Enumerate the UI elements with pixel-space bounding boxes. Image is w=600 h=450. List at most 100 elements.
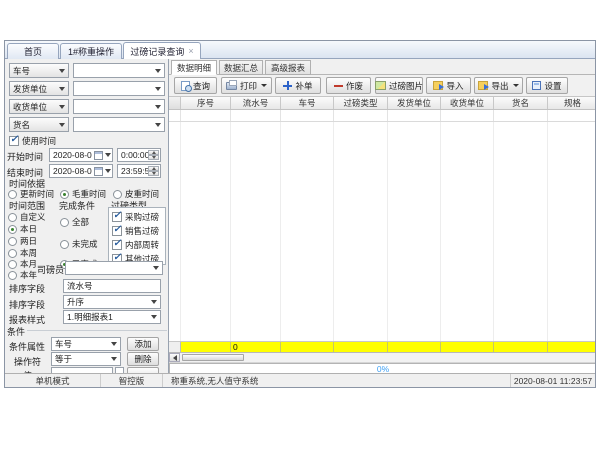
settings-button[interactable]: 设置 xyxy=(526,77,568,94)
radio-this-year[interactable]: 本年 xyxy=(8,269,37,281)
horizontal-scrollbar[interactable] xyxy=(169,353,596,363)
status-mode: 单机模式 xyxy=(5,374,101,387)
end-date-picker[interactable]: 2020-08-01 xyxy=(49,164,113,178)
tab-home[interactable]: 首页 xyxy=(7,43,59,59)
query-button[interactable]: 查询 xyxy=(174,77,217,94)
radio-icon xyxy=(8,213,17,222)
supplement-order-button[interactable]: 补单 xyxy=(275,77,321,94)
chevron-down-icon xyxy=(55,64,68,77)
status-bar: 单机模式 智控版 称重系统,无人值守系统 2020-08-01 11:23:57 xyxy=(5,373,595,387)
filter-field-selector-goods[interactable]: 货名 xyxy=(9,117,69,132)
grid-toolbar: 查询 打印 补单 作废 过磅图片 导入 xyxy=(169,75,596,97)
print-button[interactable]: 打印 xyxy=(221,77,272,94)
chevron-down-icon xyxy=(151,82,164,95)
chevron-down-icon xyxy=(147,311,160,323)
report-style-combo[interactable]: 1.明细报表1 xyxy=(63,310,161,324)
sort-field-input[interactable]: 流水号 xyxy=(63,279,161,293)
row-selector-header[interactable] xyxy=(169,97,181,109)
chevron-down-icon xyxy=(55,82,68,95)
radio-icon xyxy=(8,249,17,258)
weigh-photo-button[interactable]: 过磅图片 xyxy=(375,77,423,94)
plus-icon xyxy=(283,81,292,90)
settings-icon xyxy=(532,81,541,90)
main-tab-bar: 首页 1#称重操作 过磅记录查询 × xyxy=(5,41,595,59)
filter-field-selector-vehicle[interactable]: 车号 xyxy=(9,63,69,78)
filter-value-goods[interactable] xyxy=(73,117,165,132)
radio-selected-icon xyxy=(60,190,69,199)
spinner-arrows-icon[interactable] xyxy=(148,166,159,176)
spinner-arrows-icon[interactable] xyxy=(148,150,159,160)
summary-serial-count: 0 xyxy=(231,342,281,352)
tab-home-label: 首页 xyxy=(24,45,42,58)
checkbox-sale-weigh[interactable]: 销售过磅 xyxy=(112,225,159,237)
radio-today[interactable]: 本日 xyxy=(8,223,37,235)
filter-field-selector-shipper[interactable]: 发货单位 xyxy=(9,81,69,96)
filter-sidebar: 车号 发货单位 收货单位 货名 xyxy=(5,59,169,375)
grid-header: 序号 流水号 车号 过磅类型 发货单位 收货单位 货名 规格 xyxy=(169,97,596,110)
summary-row-selector xyxy=(169,342,181,352)
weigher-label: 司磅员 xyxy=(37,263,64,276)
grid-body[interactable] xyxy=(169,122,596,341)
radio-all[interactable]: 全部 xyxy=(60,216,89,228)
radio-custom-range[interactable]: 自定义 xyxy=(8,211,46,223)
tab-data-summary[interactable]: 数据汇总 xyxy=(219,60,263,75)
tab-record-query[interactable]: 过磅记录查询 × xyxy=(123,42,201,59)
filter-value-shipper[interactable] xyxy=(73,81,165,96)
use-time-checkbox[interactable]: 使用时间 xyxy=(9,135,56,147)
view-tab-bar: 数据明细 数据汇总 高级报表 xyxy=(169,59,596,75)
checkbox-purchase-weigh[interactable]: 采购过磅 xyxy=(112,211,159,223)
condition-attribute-combo[interactable]: 车号 xyxy=(51,337,121,351)
col-header-serial[interactable]: 流水号 xyxy=(231,97,281,109)
start-time-label: 开始时间 xyxy=(7,150,43,163)
close-icon[interactable]: × xyxy=(188,47,193,56)
col-header-shipper[interactable]: 发货单位 xyxy=(388,97,441,109)
status-datetime: 2020-08-01 11:23:57 xyxy=(511,374,595,387)
search-icon xyxy=(181,81,190,91)
radio-icon xyxy=(8,190,17,199)
tab-advanced-report[interactable]: 高级报表 xyxy=(265,60,311,75)
col-header-spec[interactable]: 规格 xyxy=(548,97,596,109)
tab-data-detail[interactable]: 数据明细 xyxy=(171,60,217,75)
filter-field-selector-receiver[interactable]: 收货单位 xyxy=(9,99,69,114)
scrollbar-thumb[interactable] xyxy=(182,354,244,361)
chevron-down-icon xyxy=(107,338,120,350)
sort-field-label: 排序字段 xyxy=(9,282,45,295)
col-header-weigh-type[interactable]: 过磅类型 xyxy=(334,97,388,109)
weigher-combo[interactable] xyxy=(65,261,163,275)
col-header-seq[interactable]: 序号 xyxy=(181,97,231,109)
sort-order-combo[interactable]: 升序 xyxy=(63,295,161,309)
col-header-vehicle[interactable]: 车号 xyxy=(281,97,334,109)
operator-combo[interactable]: 等于 xyxy=(51,352,121,366)
void-button[interactable]: 作废 xyxy=(326,77,371,94)
scroll-left-arrow-icon[interactable] xyxy=(169,353,180,362)
filter-value-vehicle[interactable] xyxy=(73,63,165,78)
printer-icon xyxy=(226,82,237,90)
chevron-down-icon xyxy=(107,353,120,365)
grid-empty-row[interactable] xyxy=(169,110,596,122)
app-window: 首页 1#称重操作 过磅记录查询 × 车号 发货单位 收货单位 xyxy=(4,40,596,388)
chevron-down-icon xyxy=(55,118,68,131)
checkbox-checked-icon xyxy=(112,240,122,250)
add-condition-button[interactable]: 添加 xyxy=(127,337,159,351)
image-icon xyxy=(375,81,386,90)
divider xyxy=(27,330,167,331)
col-header-goods[interactable]: 货名 xyxy=(494,97,548,109)
import-button[interactable]: 导入 xyxy=(426,77,471,94)
filter-value-receiver[interactable] xyxy=(73,99,165,114)
import-icon xyxy=(433,81,443,90)
tab-weighing-operation[interactable]: 1#称重操作 xyxy=(60,43,122,59)
summary-row[interactable]: 0 xyxy=(169,341,596,353)
checkbox-internal-transfer[interactable]: 内部周转 xyxy=(112,239,159,251)
checkbox-checked-icon xyxy=(9,136,19,146)
start-date-picker[interactable]: 2020-08-01 xyxy=(49,148,113,162)
radio-unfinished[interactable]: 未完成 xyxy=(60,238,98,250)
chevron-down-icon xyxy=(151,100,164,113)
radio-two-days[interactable]: 两日 xyxy=(8,235,37,247)
delete-condition-button[interactable]: 删除 xyxy=(127,352,159,366)
chevron-down-icon xyxy=(55,100,68,113)
radio-icon xyxy=(8,237,17,246)
col-header-receiver[interactable]: 收货单位 xyxy=(441,97,494,109)
end-time-spinner[interactable]: 23:59:59 xyxy=(117,164,161,178)
export-button[interactable]: 导出 xyxy=(474,77,523,94)
start-time-spinner[interactable]: 0:00:00 xyxy=(117,148,161,162)
